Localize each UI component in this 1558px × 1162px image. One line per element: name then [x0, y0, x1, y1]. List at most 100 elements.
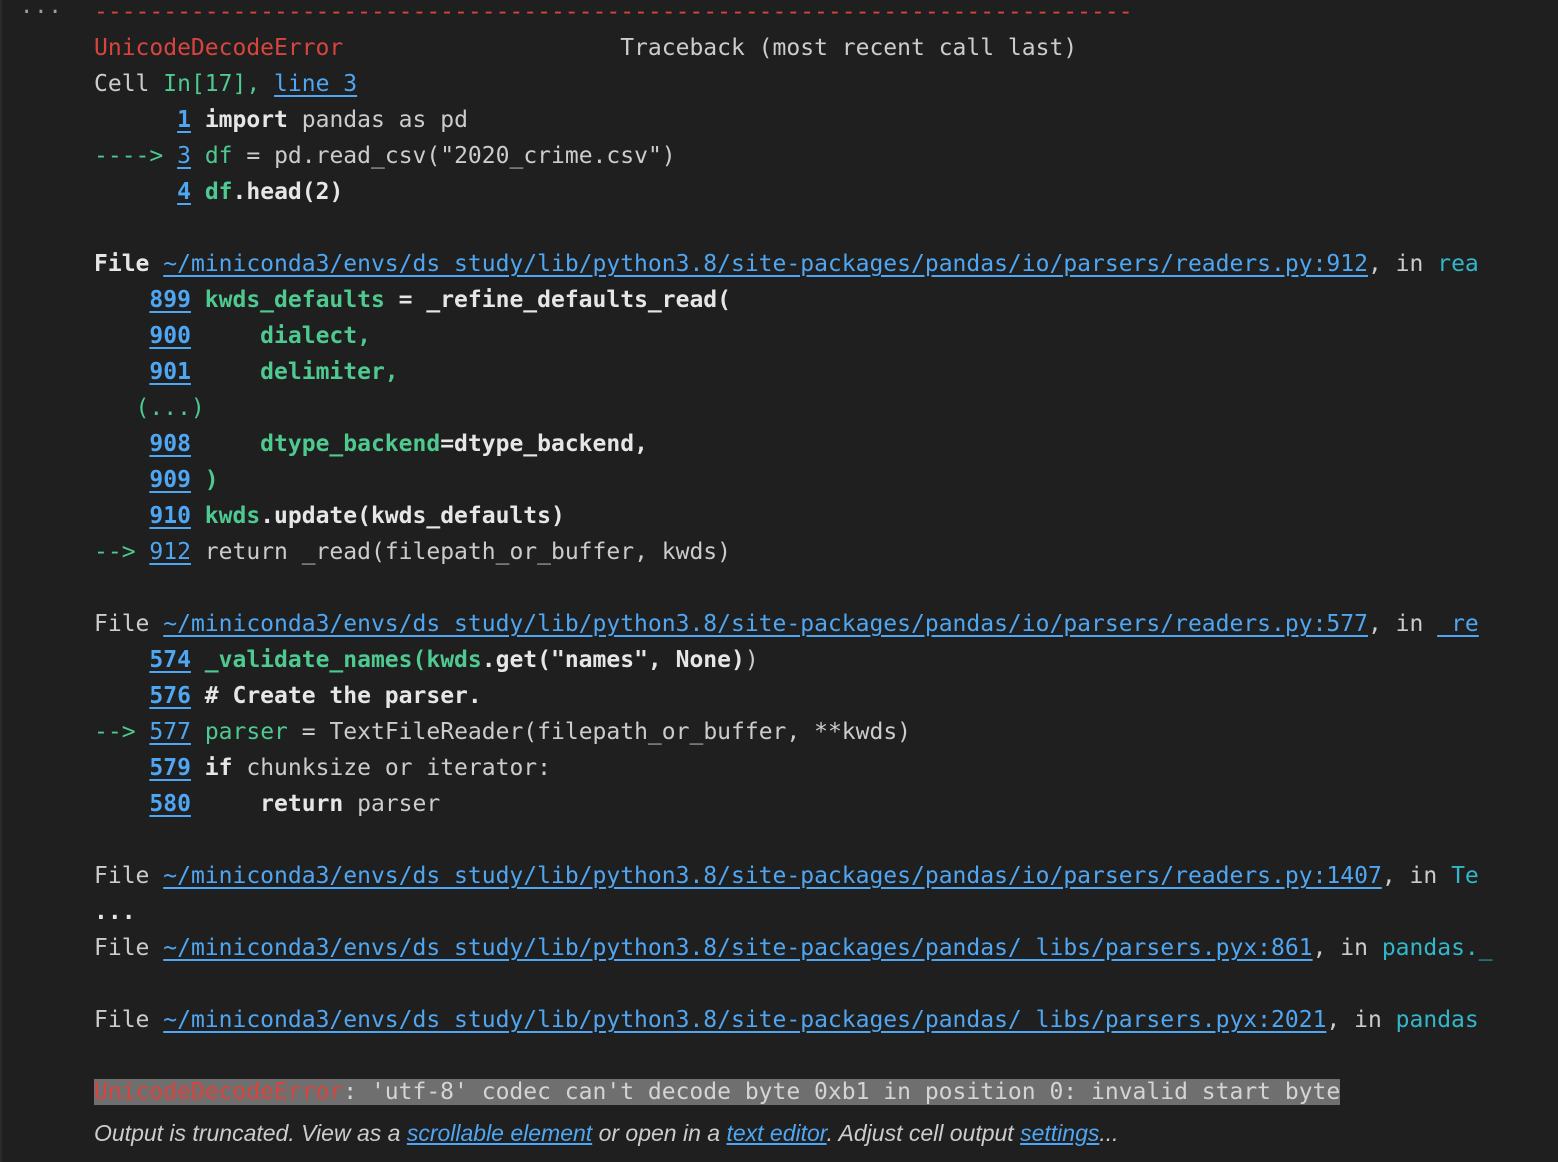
function-name: _re [1437, 611, 1479, 637]
file-label: File [94, 935, 150, 961]
skipped-frames: ... [94, 894, 136, 930]
keyword: return [204, 791, 344, 817]
final-error-line: UnicodeDecodeError: 'utf-8' codec can't … [94, 1074, 1341, 1110]
output-truncated-notice: Output is truncated. View as a scrollabl… [94, 1120, 1119, 1147]
code-text: delimiter, [204, 359, 399, 385]
cell-execution-count: In[17] [163, 71, 247, 97]
code-text: dialect, [204, 323, 371, 349]
code-line: 910 kwds.update(kwds_defaults) [94, 498, 565, 534]
traceback-output: ----------------------------------------… [94, 0, 1538, 1162]
code-line: 1 import pandas as pd [94, 102, 468, 138]
in-text: , in [1367, 251, 1438, 277]
line-number-link[interactable]: 1 [177, 107, 191, 133]
variable: kwds [204, 503, 261, 529]
line-number-link[interactable]: 580 [149, 791, 191, 817]
line-number-link[interactable]: 900 [149, 323, 191, 349]
error-highlight: UnicodeDecodeError: 'utf-8' codec can't … [94, 1079, 1341, 1105]
cell-gutter [0, 0, 2, 1162]
function-call: _validate_names(kwds [204, 647, 482, 673]
cell-line-link[interactable]: line 3 [274, 71, 357, 97]
file-label: File [94, 611, 150, 637]
line-number-link[interactable]: 901 [149, 359, 191, 385]
traceback-separator: ----------------------------------------… [94, 0, 1133, 25]
line-number-link[interactable]: 910 [149, 503, 191, 529]
in-text: , in [1326, 1007, 1396, 1033]
frame-header: File ~/miniconda3/envs/ds_study/lib/pyth… [94, 930, 1493, 966]
frame-header: File ~/miniconda3/envs/ds_study/lib/pyth… [94, 606, 1479, 642]
code-text: ) [204, 467, 219, 493]
line-number-link[interactable]: 577 [149, 719, 191, 745]
settings-link[interactable]: settings [1020, 1120, 1099, 1146]
line-number-link[interactable]: 899 [149, 287, 191, 313]
code-line: 909 ) [94, 462, 219, 498]
line-number-link[interactable]: 908 [149, 431, 191, 457]
in-text: , in [1312, 935, 1382, 961]
variable: df [204, 179, 233, 205]
code-text: parser [343, 791, 441, 817]
variable: parser [204, 719, 288, 745]
variable: df [204, 143, 233, 169]
file-label: File [94, 251, 150, 277]
code-text: . [232, 179, 247, 205]
function-name: Te [1451, 863, 1479, 889]
traceback-header: UnicodeDecodeError Traceback (most recen… [94, 30, 1077, 66]
code-text: = [384, 287, 427, 313]
ellipsis: (...) [135, 395, 205, 421]
code-text: ) [744, 647, 759, 673]
cell-output-menu-icon[interactable]: ... [20, 0, 63, 19]
frame-header: File ~/miniconda3/envs/ds_study/lib/pyth… [94, 858, 1479, 894]
code-line: 576 # Create the parser. [94, 678, 481, 714]
keyword: if [204, 755, 233, 781]
ellipsis: ... [94, 899, 136, 925]
current-line-arrow: --> [94, 539, 136, 565]
line-number-link[interactable]: 909 [149, 467, 191, 493]
code-text: = TextFileReader(filepath_or_buffer, **k… [287, 719, 912, 745]
traceback-title: Traceback (most recent call last) [620, 35, 1078, 61]
notice-text: . Adjust cell output [826, 1120, 1021, 1146]
file-label: File [94, 1007, 150, 1033]
file-path-link[interactable]: ~/miniconda3/envs/ds_study/lib/python3.8… [163, 935, 1312, 961]
notebook-cell-output-pane: ... ------------------------------------… [0, 0, 1558, 1162]
code-line: 4 df.head(2) [94, 174, 343, 210]
file-path-link[interactable]: ~/miniconda3/envs/ds_study/lib/python3.8… [163, 251, 1368, 277]
code-text: .update(kwds_defaults) [260, 503, 565, 529]
function-call: _refine_defaults_read( [426, 287, 731, 313]
frame-header: File ~/miniconda3/envs/ds_study/lib/pyth… [94, 246, 1479, 282]
notice-text: ... [1099, 1120, 1119, 1146]
keyword: import [204, 107, 288, 133]
line-number-link[interactable]: 912 [149, 539, 191, 565]
code-text: =dtype_backend, [440, 431, 648, 457]
cell-label: Cell [94, 71, 164, 97]
code-text: chunksize or iterator: [232, 755, 551, 781]
current-line-arrow: ----> [94, 143, 164, 169]
text-editor-link[interactable]: text editor [726, 1120, 826, 1146]
argument: dtype_backend [204, 431, 441, 457]
notice-text: Output is truncated. View as a [94, 1120, 407, 1146]
line-number-link[interactable]: 579 [149, 755, 191, 781]
file-path-link[interactable]: ~/miniconda3/envs/ds_study/lib/python3.8… [163, 1007, 1326, 1033]
function-name: pandas [1395, 1007, 1479, 1033]
code-line: 899 kwds_defaults = _refine_defaults_rea… [94, 282, 731, 318]
cell-reference: Cell In[17], line 3 [94, 66, 357, 102]
function-name: pandas._ [1381, 935, 1493, 961]
code-line: 900 dialect, [94, 318, 371, 354]
code-line-current: --> 912 return _read(filepath_or_buffer,… [94, 534, 731, 570]
current-line-arrow: --> [94, 719, 136, 745]
file-path-link[interactable]: ~/miniconda3/envs/ds_study/lib/python3.8… [163, 863, 1382, 889]
code-line: 901 delimiter, [94, 354, 399, 390]
line-number-link[interactable]: 3 [177, 143, 191, 169]
file-label: File [94, 863, 150, 889]
code-text: = pd.read_csv("2020_crime.csv") [232, 143, 676, 169]
line-number-link[interactable]: 576 [149, 683, 191, 709]
code-text: head(2) [246, 179, 344, 205]
line-number-link[interactable]: 4 [177, 179, 191, 205]
line-number-link[interactable]: 574 [149, 647, 191, 673]
code-line: 579 if chunksize or iterator: [94, 750, 551, 786]
error-type: UnicodeDecodeError [94, 35, 344, 61]
in-text: , in [1381, 863, 1452, 889]
code-line: 908 dtype_backend=dtype_backend, [94, 426, 648, 462]
error-message: : 'utf-8' codec can't decode byte 0xb1 i… [343, 1079, 1341, 1105]
file-path-link[interactable]: ~/miniconda3/envs/ds_study/lib/python3.8… [163, 611, 1368, 637]
scrollable-element-link[interactable]: scrollable element [407, 1120, 592, 1146]
variable: kwds_defaults [204, 287, 385, 313]
